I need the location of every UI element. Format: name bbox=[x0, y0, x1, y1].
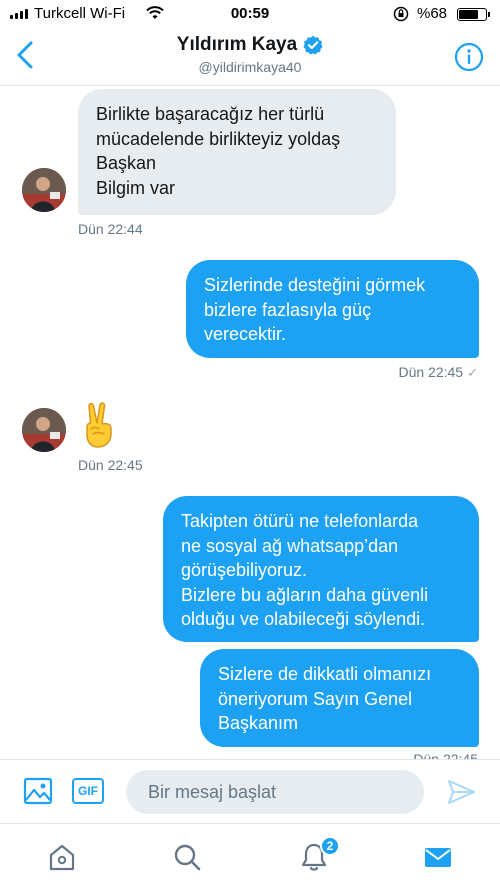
battery-icon bbox=[457, 8, 490, 21]
message-line: olduğu ve olabileceği söylendi. bbox=[181, 609, 426, 629]
image-icon[interactable] bbox=[23, 777, 53, 805]
message-input[interactable] bbox=[126, 770, 424, 814]
message-line: mücadelende birlikteyiz yoldaş bbox=[96, 128, 341, 149]
notifications-badge: 2 bbox=[320, 836, 340, 856]
contact-name: Yıldırım Kaya bbox=[176, 34, 298, 55]
avatar-image bbox=[22, 168, 66, 212]
message-line: ne sosyal ağ whatsapp’dan bbox=[181, 535, 399, 556]
message-line: verecektir. bbox=[204, 324, 287, 344]
message-line: Birlikte başaracağız her türlü bbox=[96, 104, 325, 124]
home-icon[interactable] bbox=[47, 842, 77, 872]
message-timestamp: Dün 22:45 bbox=[413, 751, 478, 759]
conversation-header: Yıldırım Kaya @yildirimkaya40 bbox=[0, 28, 500, 86]
gif-button[interactable]: GIF bbox=[72, 778, 104, 804]
message-line: Başkan bbox=[96, 153, 157, 173]
message-line: görüşebiliyoruz. bbox=[181, 560, 308, 580]
message-list[interactable]: Birlikte başaracağız her türlü mücadelen… bbox=[0, 87, 500, 759]
header-title: Yıldırım Kaya @yildirimkaya40 bbox=[0, 34, 500, 75]
contact-name-row: Yıldırım Kaya bbox=[177, 34, 323, 56]
status-bar: Turkcell Wi-Fi 00:59 %68 bbox=[0, 0, 500, 28]
message-timestamp: Dün 22:45 bbox=[398, 364, 464, 380]
search-icon[interactable] bbox=[172, 842, 202, 872]
message-line: Bizlere bu ağların daha güvenli bbox=[181, 584, 429, 605]
message-line: bizlere fazlasıyla güç bbox=[204, 299, 372, 320]
outgoing-message-bubble[interactable]: Sizlere de dikkatli olmanızı öneriyorum … bbox=[200, 649, 479, 747]
message-line: Sizlere de dikkatli olmanızı bbox=[218, 664, 432, 684]
orientation-lock-icon bbox=[393, 6, 409, 22]
message-composer: GIF bbox=[0, 759, 500, 823]
contact-handle: @yildirimkaya40 bbox=[198, 59, 302, 75]
battery-percent: %68 bbox=[417, 5, 448, 22]
message-line: Sizlerinde desteğini görmek bbox=[204, 275, 426, 295]
message-line: Bilgim var bbox=[96, 177, 176, 198]
outgoing-message-bubble[interactable]: Takipten ötürü ne telefonlarda ne sosyal… bbox=[163, 496, 479, 642]
victory-hand-emoji-icon bbox=[86, 402, 112, 448]
sent-check-icon: ✓ bbox=[467, 365, 478, 380]
message-line: öneriyorum Sayın Genel bbox=[218, 688, 413, 709]
message-timestamp: Dün 22:44 bbox=[78, 221, 143, 237]
incoming-message-bubble[interactable]: Birlikte başaracağız her türlü mücadelen… bbox=[78, 89, 396, 215]
message-timestamp: Dün 22:45 bbox=[78, 457, 143, 473]
tab-bar: 2 bbox=[0, 823, 500, 890]
messages-envelope-icon[interactable] bbox=[423, 842, 453, 872]
contact-avatar[interactable] bbox=[22, 168, 66, 212]
message-meta: Dün 22:45 ✓ bbox=[300, 364, 478, 381]
message-line: Başkanım bbox=[218, 713, 299, 733]
contact-avatar[interactable] bbox=[22, 408, 66, 452]
message-line: Takipten ötürü ne telefonlarda bbox=[181, 511, 419, 531]
send-icon[interactable] bbox=[446, 778, 476, 806]
outgoing-message-bubble[interactable]: Sizlerinde desteğini görmek bizlere fazl… bbox=[186, 260, 479, 358]
battery-fill bbox=[459, 10, 479, 19]
message-meta: Dün 22:45 bbox=[300, 751, 478, 759]
verified-badge-icon bbox=[303, 35, 323, 55]
avatar-image bbox=[22, 408, 66, 452]
info-icon[interactable] bbox=[454, 42, 484, 72]
